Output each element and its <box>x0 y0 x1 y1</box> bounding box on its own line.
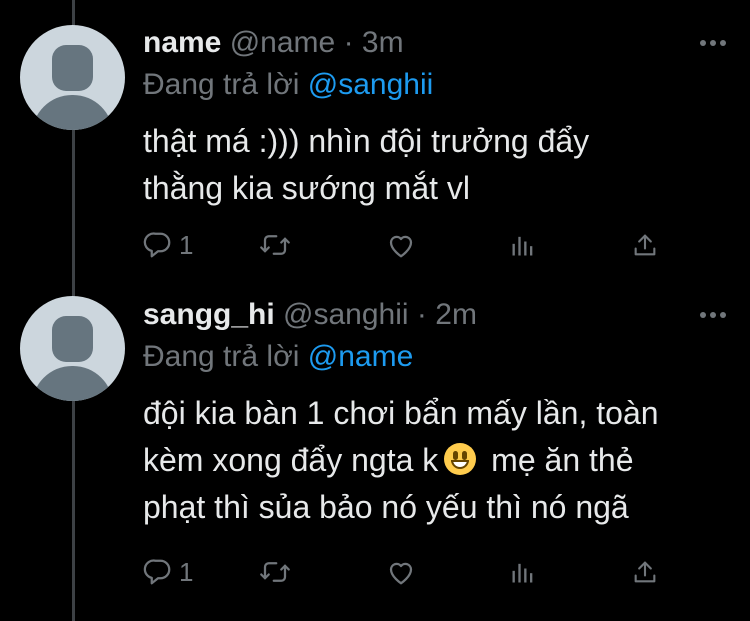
tweet-text-line: thật má :))) nhìn đội trưởng đẩy <box>143 123 590 159</box>
like-icon <box>389 562 413 585</box>
timestamp[interactable]: 2m <box>435 298 477 331</box>
reply-icon <box>143 559 171 585</box>
reply-button[interactable]: 1 <box>143 552 193 592</box>
views-button[interactable] <box>509 225 537 265</box>
retweet-button[interactable] <box>258 552 292 592</box>
user-handle[interactable]: @name <box>230 26 336 59</box>
grinning-face-emoji <box>444 443 477 475</box>
tweet-header: sangg_hi @sanghii · 2m <box>143 298 730 338</box>
views-icon <box>512 563 533 583</box>
tweet-text-line: đội kia bàn 1 chơi bẩn mấy lần, toàn <box>143 395 659 431</box>
reply-count: 1 <box>179 229 194 260</box>
retweet-button[interactable] <box>258 225 292 265</box>
tweet-actions: 1 <box>143 552 730 592</box>
separator-dot: · <box>343 26 354 59</box>
display-name[interactable]: name <box>143 26 221 59</box>
more-horizontal-icon[interactable] <box>696 26 730 60</box>
display-name[interactable]: sangg_hi <box>143 298 275 331</box>
replying-to-label: Đang trả lời <box>143 68 300 101</box>
reply-icon <box>143 232 171 258</box>
views-icon <box>512 236 533 256</box>
tweet-text: đội kia bàn 1 chơi bẩn mấy lần, toàn kèm… <box>143 390 730 531</box>
default-avatar-icon[interactable] <box>20 25 125 130</box>
tweet-text-line: thằng kia sướng mắt vl <box>143 170 470 206</box>
share-button[interactable] <box>631 225 659 265</box>
like-button[interactable] <box>386 225 416 265</box>
share-icon <box>634 234 656 256</box>
separator-dot: · <box>416 298 427 331</box>
share-icon <box>634 561 656 583</box>
more-horizontal-icon[interactable] <box>696 298 730 332</box>
replying-to: Đang trả lời @sanghii <box>143 68 433 102</box>
replying-to-label: Đang trả lời <box>143 340 300 373</box>
tweet-text-line: kèm xong đẩy ngta k mẹ ăn thẻ <box>143 437 730 484</box>
mention-link[interactable]: @sanghii <box>308 68 434 101</box>
tweet-text-part: kèm xong đẩy ngta k <box>143 442 439 478</box>
views-button[interactable] <box>509 552 537 592</box>
retweet-icon <box>260 562 290 582</box>
like-icon <box>389 235 413 258</box>
tweet-text-part: mẹ ăn thẻ <box>491 442 634 478</box>
tweet[interactable]: sangg_hi @sanghii · 2m Đang trả lời @nam… <box>0 280 750 621</box>
reply-count: 1 <box>179 556 194 587</box>
replying-to: Đang trả lời @name <box>143 340 413 374</box>
mention-link[interactable]: @name <box>308 340 414 373</box>
tweet-actions: 1 <box>143 225 730 265</box>
reply-button[interactable]: 1 <box>143 225 193 265</box>
like-button[interactable] <box>386 552 416 592</box>
share-button[interactable] <box>631 552 659 592</box>
user-handle[interactable]: @sanghii <box>283 298 409 331</box>
tweet[interactable]: name @name · 3m Đang trả lời @sanghii th… <box>0 0 750 280</box>
tweet-text-line: phạt thì sủa bảo nó yếu thì nó ngã <box>143 489 629 525</box>
default-avatar-icon[interactable] <box>20 296 125 401</box>
timestamp[interactable]: 3m <box>362 26 404 59</box>
tweet-text: thật má :))) nhìn đội trưởng đẩy thằng k… <box>143 118 730 212</box>
retweet-icon <box>260 235 290 255</box>
tweet-header: name @name · 3m <box>143 26 730 66</box>
